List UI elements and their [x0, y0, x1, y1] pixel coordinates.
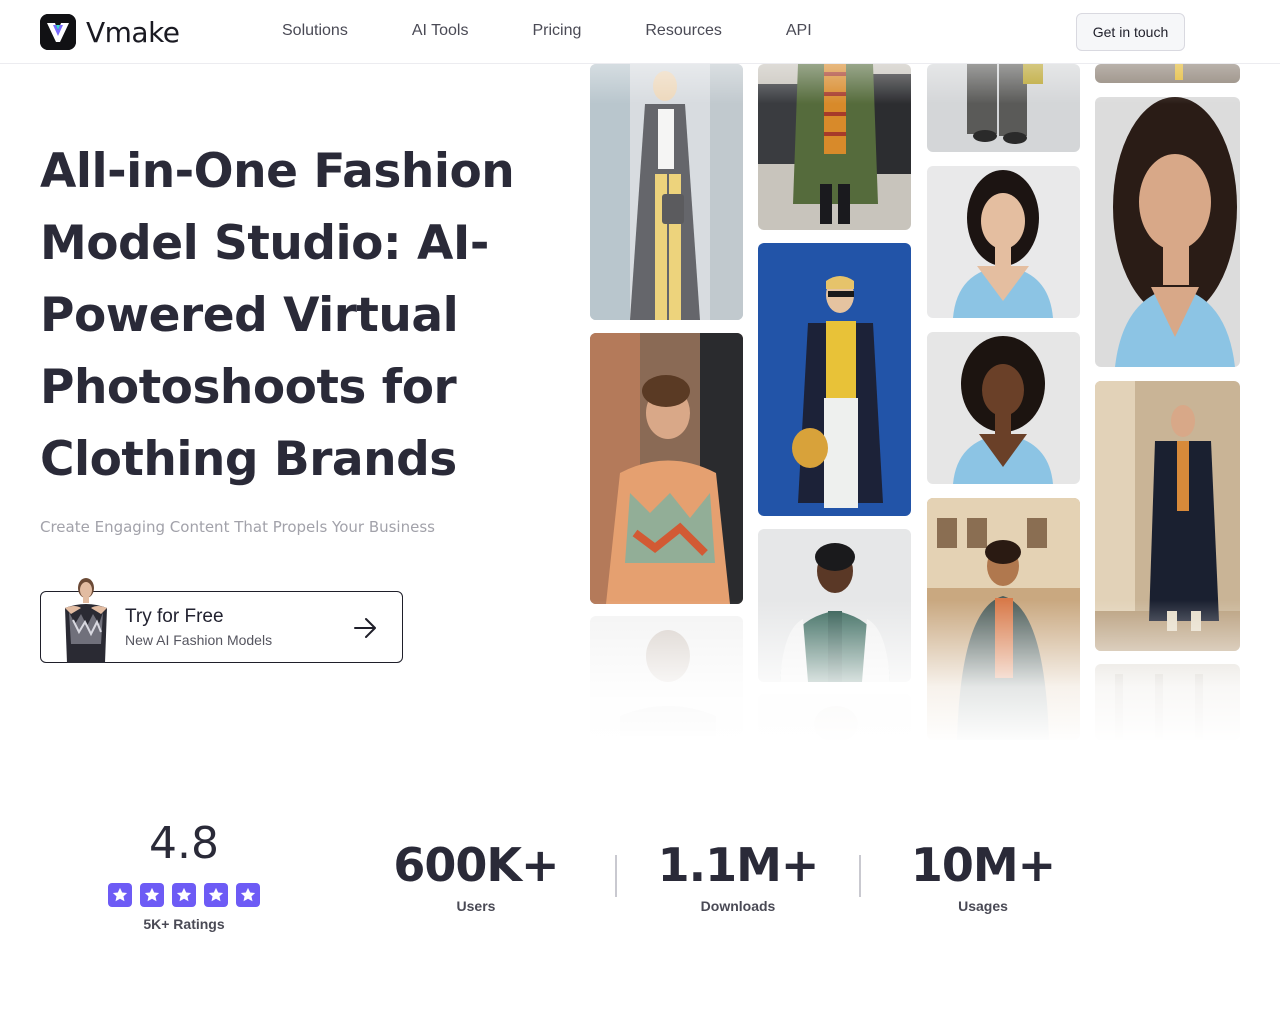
- nav-api[interactable]: API: [786, 22, 812, 40]
- rating-label: 5K+ Ratings: [143, 916, 225, 932]
- star-icon: [172, 883, 196, 907]
- model-avatar-image: [65, 578, 107, 663]
- stat-divider: [615, 855, 617, 897]
- top-header: Vmake Solutions AI Tools Pricing Resourc…: [0, 0, 1280, 64]
- vmake-logo-icon: [40, 14, 76, 50]
- usages-value: 10M+: [910, 838, 1056, 892]
- usages-label: Usages: [958, 898, 1008, 914]
- rating-value: 4.8: [149, 818, 219, 869]
- users-label: Users: [456, 898, 496, 914]
- model-photo-faded-man: [758, 694, 911, 740]
- model-photo-man-paris-street: [927, 498, 1080, 740]
- nav-pricing[interactable]: Pricing: [532, 22, 581, 40]
- model-photo-legs-street: [927, 64, 1080, 152]
- star-icon: [204, 883, 228, 907]
- get-in-touch-button[interactable]: Get in touch: [1076, 13, 1185, 51]
- try-for-free-button[interactable]: Try for Free New AI Fashion Models: [40, 578, 403, 663]
- main-nav: Solutions AI Tools Pricing Resources API: [282, 22, 876, 40]
- rating-stars: [108, 883, 260, 907]
- model-photo-cobblestone: [1095, 64, 1240, 83]
- star-icon: [140, 883, 164, 907]
- try-button-title: Try for Free: [125, 606, 224, 627]
- brand-name: Vmake: [86, 15, 180, 49]
- model-photo-man-plaid-scarf: [758, 64, 911, 230]
- model-photo-faded-building: [1095, 664, 1240, 740]
- model-photo-woman-closeup: [1095, 97, 1240, 367]
- model-photo-asian-woman-blue-top: [927, 166, 1080, 318]
- star-icon: [236, 883, 260, 907]
- hero-subtitle: Create Engaging Content That Propels You…: [40, 518, 435, 536]
- model-photo-grid: [590, 64, 1240, 740]
- stat-divider: [859, 855, 861, 897]
- arrow-right-icon: [354, 618, 376, 638]
- nav-solutions[interactable]: Solutions: [282, 22, 348, 40]
- hero-title: All-in-One Fashion Model Studio: AI-Powe…: [40, 144, 515, 487]
- star-icon: [108, 883, 132, 907]
- model-photo-woman-long-coat: [1095, 381, 1240, 651]
- model-photo-woman-coat-yellow-pants: [590, 64, 743, 320]
- model-photo-black-woman-blue-top: [927, 332, 1080, 484]
- users-value: 600K+: [393, 838, 559, 892]
- model-photo-woman-blue-wall: [758, 243, 911, 516]
- try-button-subtitle: New AI Fashion Models: [125, 632, 273, 648]
- vmake-logo[interactable]: Vmake: [40, 14, 180, 50]
- model-photo-faded-portrait: [590, 616, 743, 736]
- nav-resources[interactable]: Resources: [645, 22, 721, 40]
- nav-ai-tools[interactable]: AI Tools: [412, 22, 469, 40]
- model-photo-man-green-jacket: [758, 529, 911, 682]
- model-photo-man-tie-dye-shirt: [590, 333, 743, 604]
- downloads-value: 1.1M+: [657, 838, 820, 892]
- downloads-label: Downloads: [700, 898, 776, 914]
